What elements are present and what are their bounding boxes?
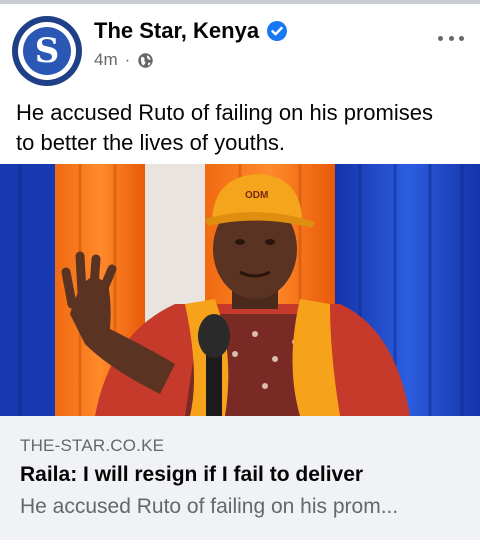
post-header: S The Star, Kenya 4m · [0,4,480,94]
photo-illustration: ODM [0,164,480,416]
link-title[interactable]: Raila: I will resign if I fail to delive… [20,463,363,487]
more-dot [438,35,443,41]
link-domain: THE-STAR.CO.KE [20,436,165,455]
page-name-row: The Star, Kenya [94,18,288,44]
link-description: He accused Ruto of failing on his prom..… [20,495,399,518]
globe-icon [138,52,154,68]
cap-logo-text: ODM [245,190,268,201]
post-photo[interactable]: ODM [0,164,480,416]
avatar-letter: S [23,27,71,75]
link-preview-card[interactable]: THE-STAR.CO.KE Raila: I will resign if I… [0,416,480,540]
more-dot [459,35,464,41]
more-dot [448,35,454,41]
post-meta: 4m · [94,50,154,70]
page-name[interactable]: The Star, Kenya [94,18,259,44]
page-avatar[interactable]: S [12,16,82,86]
post-timestamp[interactable]: 4m [94,50,118,70]
more-options-icon[interactable] [434,26,468,50]
post-caption: He accused Ruto of failing on his promis… [16,100,433,155]
verified-badge-icon [267,21,288,41]
meta-separator: · [124,50,131,69]
